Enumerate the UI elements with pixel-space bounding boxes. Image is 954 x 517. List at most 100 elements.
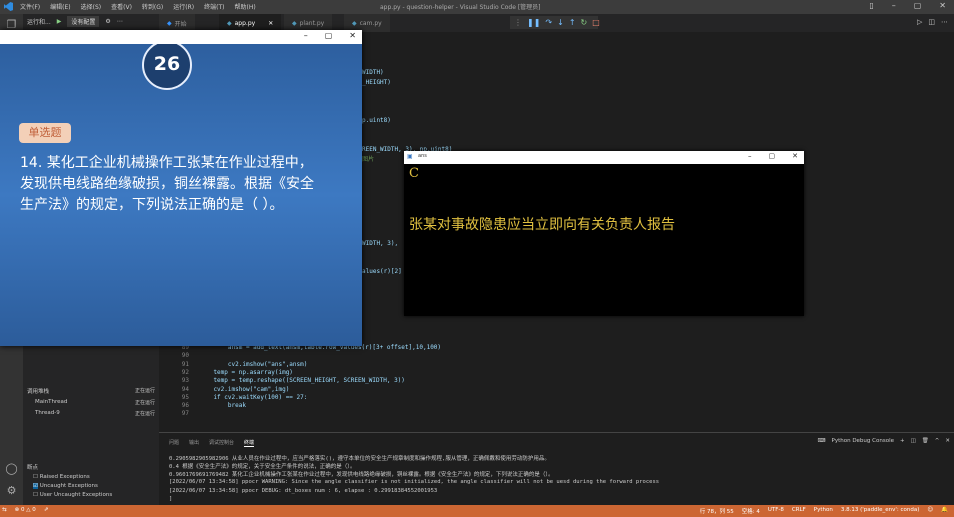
line-ending[interactable]: CRLF [792,507,806,515]
live-share-icon[interactable]: ⇗ [44,507,49,513]
python-interpreter[interactable]: 3.8.13 ('paddle_env': conda) [841,507,920,515]
step-into-icon[interactable]: ↓ [557,18,564,27]
tab-output[interactable]: 输出 [189,439,199,447]
close-tab-icon[interactable]: ✕ [268,20,273,27]
settings-gear-icon[interactable]: ⚙ [5,484,18,497]
menu-selection[interactable]: 选择(S) [81,2,102,11]
code-fragment: _HEIGHT) [362,79,391,86]
editor-actions: ▷ ◫ ⋯ [917,18,948,26]
remote-icon[interactable]: ⇆ [2,507,7,513]
vscode-tab-icon: ◆ [167,19,172,27]
minimize-icon[interactable]: – [892,1,896,10]
pause-icon[interactable]: ❚❚ [527,18,540,27]
warning-count: 0 [32,507,36,513]
minimize-icon[interactable]: – [748,152,752,160]
run-view-label: 运行和... [27,19,51,26]
vscode-logo-icon [4,2,13,11]
maximize-icon[interactable]: ▢ [914,1,922,10]
more-icon[interactable]: ⋯ [117,18,123,25]
panel-tabs: 问题 输出 调试控制台 终端 [169,439,255,447]
close-icon[interactable]: ✕ [349,31,356,40]
code-line: 91 cv2.imshow("ans",ansm) [169,361,308,368]
menu-go[interactable]: 转到(G) [142,2,163,11]
stop-icon[interactable]: □ [592,18,600,27]
step-over-icon[interactable]: ↷ [545,18,552,27]
notifications-icon[interactable]: 🔔 [941,507,948,515]
account-icon[interactable]: ◯ [5,462,18,475]
ans-window: ▣ ans – ▢ ✕ C 张某对事故隐患应当立即向有关负责人报告 [404,151,804,316]
close-icon[interactable]: ✕ [792,152,798,160]
thread-status: 正在运行 [134,411,155,417]
window-controls: ▯ – ▢ ✕ [869,1,946,10]
callstack-status: 正在运行 [134,388,155,394]
menu-file[interactable]: 文件(F) [20,2,40,11]
split-terminal-icon[interactable]: ◫ [911,438,916,444]
tab-label: app.py [234,19,256,27]
breakpoints-title[interactable]: 断点 [27,463,155,471]
code-fragment: alues(r)[2] [362,268,402,275]
trash-icon[interactable]: 🗑 [922,438,929,444]
step-out-icon[interactable]: ↑ [569,18,576,27]
tab-label: 开始 [174,20,187,28]
tab-problems[interactable]: 问题 [169,439,179,447]
breakpoint-item[interactable]: ☑ Uncaught Exceptions [27,483,155,489]
terminal-line: [2022/06/07 13:34:58] ppocr WARNING: Sin… [169,479,660,485]
problems-status[interactable]: ⊗ 0 △ 0 [15,507,36,513]
callstack-title[interactable]: 调用堆栈 [27,387,49,395]
language-mode[interactable]: Python [814,507,833,515]
start-debug-icon[interactable]: ▶ [57,18,62,25]
error-count: 0 [20,507,25,513]
minimize-icon[interactable]: – [304,31,308,40]
window-controls: – ▢ ✕ [748,152,798,160]
feedback-icon[interactable]: ☺ [927,507,933,515]
layout-icon[interactable]: ▯ [869,1,873,10]
more-actions-icon[interactable]: ⋯ [941,18,948,26]
indentation[interactable]: 空格: 4 [742,507,760,515]
close-panel-icon[interactable]: ✕ [945,438,950,444]
tab-debug-console[interactable]: 调试控制台 [209,439,234,447]
encoding[interactable]: UTF-8 [768,507,784,515]
close-icon[interactable]: ✕ [939,1,946,10]
window-title: app.py - question-helper - Visual Studio… [380,4,541,11]
title-bar: 文件(F) 编辑(E) 选择(S) 查看(V) 转到(G) 运行(R) 终端(T… [0,0,954,14]
terminal-select[interactable]: Python Debug Console [832,438,894,444]
breakpoint-item[interactable]: ☐ Raised Exceptions [27,474,155,480]
question-window-titlebar[interactable]: – ▢ ✕ [0,30,362,44]
maximize-icon[interactable]: ▢ [325,31,333,40]
debug-config-select[interactable]: 没有配置 [67,16,100,27]
terminal-cursor[interactable]: ] [169,496,172,502]
menu-edit[interactable]: 编辑(E) [50,2,70,11]
code-text: break [199,402,246,410]
debug-settings-icon[interactable]: ⚙ [105,18,110,25]
split-editor-icon[interactable]: ◫ [928,18,935,26]
question-window: – ▢ ✕ 26 单选题 14. 某化工企业机械操作工张某在作业过程中，发现供电… [0,30,362,346]
menu-help[interactable]: 帮助(H) [234,2,255,11]
drag-handle-icon[interactable]: ⋮ [514,18,522,27]
python-file-icon: ◆ [227,19,232,27]
menu-view[interactable]: 查看(V) [111,2,132,11]
maximize-panel-icon[interactable]: ^ [935,438,940,444]
run-file-icon[interactable]: ▷ [917,18,922,26]
cursor-position[interactable]: 行 78，列 55 [700,507,734,515]
python-file-icon: ◆ [292,19,297,27]
menu-terminal[interactable]: 终端(T) [204,2,224,11]
thread-item[interactable]: Thread-9 正在运行 [27,410,155,417]
debug-toolbar: ⋮ ❚❚ ↷ ↓ ↑ ↻ □ [510,16,600,29]
restart-icon[interactable]: ↻ [581,18,588,27]
maximize-icon[interactable]: ▢ [769,152,776,160]
menu-run[interactable]: 运行(R) [173,2,194,11]
thread-item[interactable]: MainThread 正在运行 [27,399,155,406]
line-number: 97 [181,410,189,418]
code-text: cv2.imshow("cam",img) [199,385,290,393]
breakpoint-item[interactable]: ☐ User Uncaught Exceptions [27,492,155,498]
tab-terminal[interactable]: 终端 [244,439,255,447]
add-terminal-icon[interactable]: + [900,438,905,444]
ans-window-titlebar[interactable]: ▣ ans – ▢ ✕ [404,151,804,164]
panel-actions: ⌨ Python Debug Console + ◫ 🗑 ^ ✕ [818,438,950,444]
terminal-line: 0.4 根据《安全生产法》的规定，关于安全生产条件的说法，正确的是（）。 [169,464,356,470]
code-line: 97 [169,410,199,417]
code-fragment: WIDTH, 3), [362,240,399,247]
terminal-line: 0.2905982905982906 从业人员在作业过程中，应当严格落实()，遵… [169,456,550,462]
answer-choice: C [409,166,419,181]
line-number: 90 [181,352,189,360]
